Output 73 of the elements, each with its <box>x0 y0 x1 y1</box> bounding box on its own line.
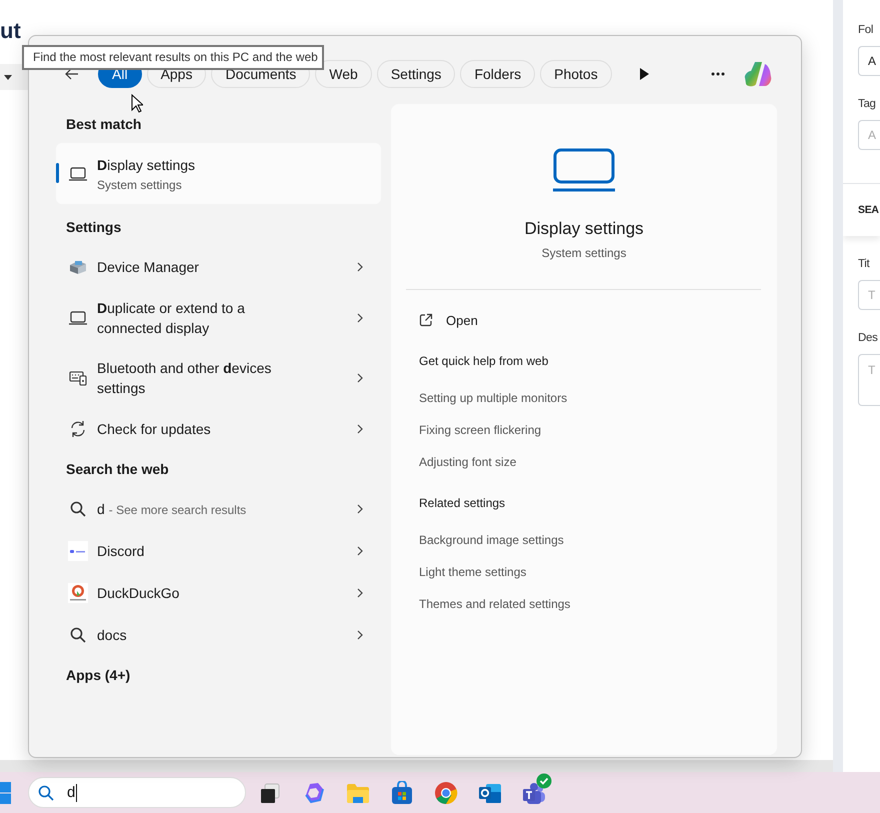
field-label: Tit <box>858 257 870 272</box>
result-hint: - See more search results <box>108 503 246 517</box>
caret-icon[interactable] <box>4 74 12 80</box>
result-item[interactable]: Discord <box>56 530 381 572</box>
help-link[interactable]: Adjusting font size <box>419 454 516 470</box>
search-icon <box>70 501 86 517</box>
result-title: Check for updates <box>97 420 212 439</box>
filter-tab[interactable]: Settings <box>376 60 456 88</box>
section-heading: Search the web <box>65 460 169 479</box>
section-heading: Best match <box>65 115 142 134</box>
result-title: Device Manager <box>97 258 200 277</box>
ribbon-logo-icon[interactable] <box>743 59 773 89</box>
more-icon[interactable] <box>711 72 725 76</box>
result-title: d <box>97 500 105 519</box>
tooltip: Find the most relevant results on this PC and the web <box>22 45 324 70</box>
result-item[interactable]: d - See more search results <box>56 488 381 530</box>
section-heading: Settings <box>65 218 122 237</box>
group-heading: Get quick help from web <box>419 353 548 370</box>
search-icon <box>38 784 54 800</box>
result-subtitle: System settings <box>97 178 183 192</box>
preview-title: Display settings <box>524 218 644 240</box>
section-title: SEA <box>858 203 879 218</box>
shopping-bag-icon[interactable] <box>390 780 414 804</box>
result-item[interactable]: Display settings System settings <box>56 143 381 204</box>
laptop-icon <box>69 311 87 325</box>
field-label: Des <box>858 331 878 346</box>
external-link-icon <box>419 313 433 327</box>
grid-logo-icon[interactable] <box>0 780 12 804</box>
result-title: Duplicate or extend to a connected display <box>97 299 246 338</box>
search-field[interactable]: d <box>28 777 246 808</box>
result-title: Bluetooth and other devices settings <box>97 359 272 398</box>
sync-icon <box>69 420 87 438</box>
filter-tab[interactable]: Web <box>315 60 372 88</box>
field-label: Tag <box>858 97 876 112</box>
help-link[interactable]: Setting up multiple monitors <box>419 390 568 406</box>
preview-subtitle: System settings <box>542 245 626 261</box>
field-label: Fol <box>858 23 874 38</box>
team-icon[interactable] <box>522 780 546 804</box>
result-title: docs <box>97 626 128 645</box>
result-title: DuckDuckGo <box>97 584 180 603</box>
search-query: d <box>67 784 78 802</box>
result-title: Discord <box>97 542 146 561</box>
filter-tab[interactable]: Folders <box>460 60 536 88</box>
result-item[interactable]: docs <box>56 614 381 656</box>
section-heading: Apps (4+) <box>65 666 130 685</box>
device-icon <box>68 259 88 275</box>
selection-bar <box>56 163 59 183</box>
search-icon <box>70 627 86 643</box>
play-icon[interactable] <box>638 68 649 80</box>
result-item[interactable]: Bluetooth and other devices settings <box>56 348 381 408</box>
browser-icon[interactable] <box>434 780 458 804</box>
laptop-icon <box>552 148 616 192</box>
taskview-icon[interactable] <box>258 780 282 804</box>
keyboard-icon <box>69 370 87 386</box>
group-heading: Related settings <box>419 495 506 512</box>
result-item[interactable]: Duplicate or extend to a connected display <box>56 288 381 348</box>
filter-tab[interactable]: Photos <box>540 60 612 88</box>
open-button[interactable]: Open <box>419 305 478 335</box>
result-item[interactable]: DuckDuckGo <box>56 572 381 614</box>
cursor-icon <box>131 94 143 113</box>
laptop-icon <box>69 166 87 180</box>
help-link[interactable]: Fixing screen flickering <box>419 422 542 438</box>
result-title: Display settings <box>97 156 196 174</box>
result-item[interactable]: Check for updates <box>56 408 381 450</box>
result-item[interactable]: Device Manager <box>56 246 381 288</box>
input-field[interactable]: A <box>858 46 880 76</box>
help-link[interactable]: Background image settings <box>419 532 564 548</box>
page-title: ut <box>0 18 21 44</box>
help-link[interactable]: Light theme settings <box>419 564 526 580</box>
help-link[interactable]: Themes and related settings <box>419 596 570 612</box>
round-logo-icon <box>68 583 88 603</box>
back-arrow-icon[interactable] <box>65 67 79 81</box>
site-thumbnail-icon <box>68 541 88 561</box>
